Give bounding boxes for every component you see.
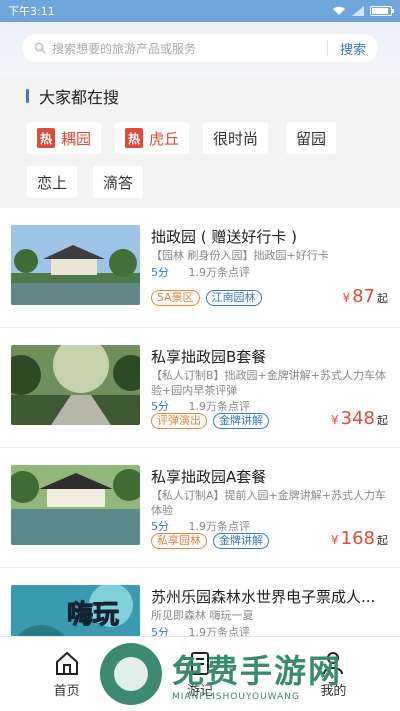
hot-badge: 热 [125,128,143,148]
tag-label: 很时尚 [213,129,259,148]
status-time: 下午3:11 [8,5,55,18]
watermark-logo-icon [100,643,162,705]
tag-label: 滴答 [103,173,134,192]
hot-badge: 热 [37,128,55,148]
hot-tag-3[interactable]: 留园 [286,122,337,154]
product-item[interactable]: 拙政园 ( 赠送好行卡 ) 【园林 刷身份入园】拙政园+好行卡 5分 1.9万条… [0,208,400,328]
product-price: ¥ 87 起 [342,286,388,307]
product-list: 拙政园 ( 赠送好行卡 ) 【园林 刷身份入园】拙政园+好行卡 5分 1.9万条… [0,208,400,688]
search-divider [326,40,328,56]
product-item[interactable]: 私享拙政园A套餐 【私人订制A】提前入园+金牌讲解+苏式人力车体验 5分 1.9… [0,448,400,568]
watermark: 免费手游网 MIANFEISHOUYOUWANG [100,640,400,708]
thumb-text: 嗨玩 [67,600,119,630]
product-desc: 【园林 刷身份入园】拙政园+好行卡 [151,249,329,262]
product-badge: 金牌讲解 [213,413,269,429]
product-price: ¥ 348 起 [331,408,388,429]
product-title: 私享拙政园B套餐 [151,348,267,366]
product-badge: 江南园林 [205,290,262,306]
product-title: 拙政园 ( 赠送好行卡 ) [151,228,298,246]
product-score: 5分 [151,400,169,413]
product-badges: 私享园林 金牌讲解 [151,533,269,549]
product-thumbnail [11,465,140,545]
product-thumbnail [11,345,140,425]
product-badge: 私享园林 [151,533,207,549]
product-title: 苏州乐园森林水世界电子票成人... [151,588,376,606]
product-reviews: 1.9万条点评 [188,266,251,279]
product-badges: 5A景区 江南园林 [151,290,262,306]
product-badge: 评弹演出 [151,413,207,429]
product-title: 私享拙政园A套餐 [151,468,267,486]
product-meta: 5分 1.9万条点评 [151,264,250,280]
price-currency: ¥ [331,413,339,427]
hot-tag-0[interactable]: 热 耦园 [27,122,102,154]
battery-icon [370,6,394,16]
price-value: 348 [340,408,375,429]
price-unit: 起 [377,414,388,427]
search-button[interactable]: 搜索 [340,39,366,58]
product-meta: 5分 1.9万条点评 [151,518,250,534]
search-icon [34,42,46,54]
watermark-subtitle: MIANFEISHOUYOUWANG [172,692,300,702]
price-value: 168 [340,528,375,549]
home-icon [55,651,78,675]
watermark-title: 免费手游网 [172,652,343,690]
product-badge: 金牌讲解 [213,533,269,549]
search-header: 搜索想要的旅游产品或服务 搜索 [0,22,400,74]
hot-tag-4[interactable]: 恋上 [27,166,78,198]
heading-accent-bar [26,89,29,103]
price-currency: ¥ [331,533,339,547]
wifi-icon [333,6,345,15]
product-desc: 【私人订制A】提前入园+金牌讲解+苏式人力车体验 [151,489,386,517]
tag-label: 耦园 [61,129,92,148]
watermark-text: 免费手游网 MIANFEISHOUYOUWANG [172,646,342,702]
product-desc: 【私人订制B】拙政园+金牌讲解+苏式人力车体验+园内早茶评弹 [151,369,386,397]
tag-label: 留园 [296,129,327,148]
product-score: 5分 [151,266,169,279]
hot-tag-2[interactable]: 很时尚 [203,122,269,154]
signal-icon [352,6,364,16]
product-reviews: 1.9万条点评 [188,400,251,413]
hot-tag-5[interactable]: 滴答 [93,166,144,198]
price-unit: 起 [377,534,388,547]
price-currency: ¥ [342,291,351,305]
product-item[interactable]: 私享拙政园B套餐 【私人订制B】拙政园+金牌讲解+苏式人力车体验+园内早茶评弹 … [0,328,400,448]
product-price: ¥ 168 起 [331,528,388,549]
product-badge: 5A景区 [151,290,200,306]
product-badges: 评弹演出 金牌讲解 [151,413,269,429]
product-score: 5分 [151,520,169,533]
hot-search-title: 大家都在搜 [39,88,120,107]
search-input[interactable]: 搜索想要的旅游产品或服务 [52,40,315,57]
product-reviews: 1.9万条点评 [188,520,251,533]
tab-label: 首页 [53,683,80,699]
product-thumbnail [11,225,140,305]
price-unit: 起 [377,292,388,305]
product-meta: 5分 1.9万条点评 [151,398,250,414]
tag-label: 恋上 [37,173,68,192]
hot-tag-1[interactable]: 热 虎丘 [115,122,190,154]
hot-search-heading: 大家都在搜 [26,84,119,108]
product-desc: 所见即森林 嗨玩一夏 [151,609,254,622]
tag-label: 虎丘 [149,129,180,148]
search-bar[interactable]: 搜索想要的旅游产品或服务 搜索 [22,34,378,62]
status-bar: 下午3:11 [0,0,400,22]
price-value: 87 [352,286,375,307]
